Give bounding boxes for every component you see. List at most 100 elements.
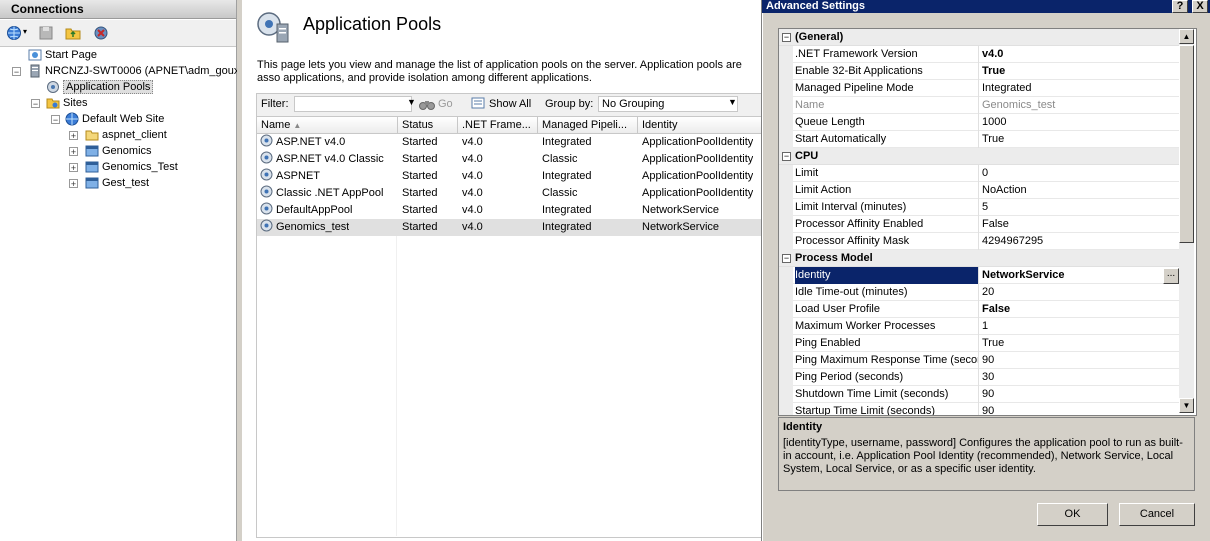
app-pool-icon	[260, 151, 273, 164]
column-header-net-framework[interactable]: .NET Frame...	[458, 117, 538, 134]
close-button[interactable]: X	[1192, 0, 1208, 13]
scroll-down-icon[interactable]: ▼	[1179, 398, 1194, 413]
property-row[interactable]: Ping Enabled True	[779, 335, 1179, 352]
property-grid-scrollbar[interactable]: ▲ ▼	[1179, 29, 1194, 413]
collapse-icon[interactable]: −	[782, 152, 791, 161]
property-row[interactable]: Enable 32-Bit Applications True	[779, 63, 1179, 80]
table-row[interactable]: ASP.NET v4.0 Classic Started v4.0 Classi…	[257, 151, 763, 168]
property-row[interactable]: Processor Affinity Mask 4294967295	[779, 233, 1179, 250]
property-row[interactable]: .NET Framework Version v4.0	[779, 46, 1179, 63]
property-row[interactable]: Idle Time-out (minutes) 20	[779, 284, 1179, 301]
filter-dropdown-icon[interactable]: ▼	[407, 97, 416, 107]
group-by-dropdown-icon[interactable]: ▼	[728, 97, 737, 107]
property-row[interactable]: Limit Interval (minutes) 5	[779, 199, 1179, 216]
column-header-name[interactable]: Name ▲	[257, 117, 398, 134]
tree-label: Gest_test	[102, 177, 150, 189]
go-binoculars-icon[interactable]	[419, 97, 435, 111]
pool-net-version: v4.0	[462, 170, 483, 182]
save-icon[interactable]	[38, 25, 54, 41]
cancel-button[interactable]: Cancel	[1119, 503, 1195, 526]
pool-net-version: v4.0	[462, 204, 483, 216]
property-row[interactable]: Managed Pipeline Mode Integrated	[779, 80, 1179, 97]
property-row[interactable]: Processor Affinity Enabled False	[779, 216, 1179, 233]
property-value[interactable]: NetworkService	[982, 267, 1179, 284]
application-icon	[85, 161, 99, 173]
pool-identity: NetworkService	[642, 221, 720, 233]
table-row[interactable]: Classic .NET AppPool Started v4.0 Classi…	[257, 185, 763, 202]
tree-application-pools[interactable]: Application Pools	[46, 79, 154, 95]
tree-server[interactable]: NRCNZJ-SWT0006 (APNET\adm_gouxi	[28, 63, 242, 79]
identity-browse-button[interactable]: ...	[1163, 268, 1179, 284]
server-icon	[30, 64, 40, 78]
column-header-managed-pipeline[interactable]: Managed Pipeli...	[538, 117, 638, 134]
property-row[interactable]: Shutdown Time Limit (seconds) 90	[779, 386, 1179, 403]
table-row[interactable]: DefaultAppPool Started v4.0 Integrated N…	[257, 202, 763, 219]
category-process-model[interactable]: − Process Model	[779, 250, 1179, 267]
row-gutter	[779, 80, 793, 97]
property-row[interactable]: Start Automatically True	[779, 131, 1179, 148]
help-button[interactable]: ?	[1172, 0, 1188, 13]
property-value: 4294967295	[982, 235, 1044, 247]
disconnect-icon[interactable]	[93, 25, 109, 41]
collapse-icon[interactable]: −	[782, 254, 791, 263]
property-row[interactable]: Maximum Worker Processes 1	[779, 318, 1179, 335]
row-gutter	[779, 131, 793, 148]
group-by-select[interactable]: No Grouping	[598, 96, 738, 112]
collapse-icon[interactable]: −	[782, 33, 791, 42]
aspnet-client-expand-icon[interactable]: +	[69, 131, 78, 141]
application-icon	[85, 177, 99, 189]
property-name: Enable 32-Bit Applications	[795, 63, 979, 80]
category-cpu[interactable]: − CPU	[779, 148, 1179, 165]
property-row[interactable]: Ping Maximum Response Time (seconds) 90	[779, 352, 1179, 369]
up-folder-icon[interactable]	[65, 25, 81, 41]
tree-default-web-site[interactable]: Default Web Site	[65, 111, 164, 127]
filter-input[interactable]	[294, 96, 412, 112]
go-button[interactable]: Go	[438, 98, 453, 110]
property-value: 90	[982, 388, 995, 400]
property-name: Processor Affinity Enabled	[795, 216, 979, 233]
property-row[interactable]: Name Genomics_test	[779, 97, 1179, 114]
gest-test-expand-icon[interactable]: +	[69, 179, 78, 189]
app-pool-icon	[260, 134, 273, 147]
tree-genomics[interactable]: Genomics	[85, 143, 152, 159]
table-row[interactable]: ASPNET Started v4.0 Integrated Applicati…	[257, 168, 763, 185]
property-value: 1	[982, 320, 989, 332]
tree-sites[interactable]: Sites	[46, 95, 87, 111]
property-row[interactable]: Ping Period (seconds) 30	[779, 369, 1179, 386]
property-row[interactable]: Limit Action NoAction	[779, 182, 1179, 199]
sites-collapse-icon[interactable]: −	[31, 99, 40, 109]
property-value: 0	[982, 167, 989, 179]
tree-start-page[interactable]: Start Page	[28, 47, 97, 63]
server-collapse-icon[interactable]: −	[12, 67, 21, 77]
genomics-test-expand-icon[interactable]: +	[69, 163, 78, 173]
property-value: 1000	[982, 116, 1007, 128]
table-row[interactable]: ASP.NET v4.0 Started v4.0 Integrated App…	[257, 134, 763, 151]
group-by-value: No Grouping	[602, 98, 665, 110]
column-header-status[interactable]: Status	[398, 117, 458, 134]
category-general[interactable]: − (General)	[779, 29, 1179, 46]
application-pools-large-icon	[257, 12, 289, 43]
property-row[interactable]: Load User Profile False	[779, 301, 1179, 318]
column-header-identity[interactable]: Identity	[638, 117, 763, 134]
show-all-button[interactable]: Show All	[489, 98, 531, 110]
category-label: Process Model	[795, 252, 873, 264]
connect-dropdown-icon[interactable]: ▾	[23, 27, 27, 36]
tree-label: Application Pools	[63, 80, 154, 94]
ok-button[interactable]: OK	[1037, 503, 1108, 526]
property-row[interactable]: Queue Length 1000	[779, 114, 1179, 131]
genomics-expand-icon[interactable]: +	[69, 147, 78, 157]
row-gutter	[779, 216, 793, 233]
table-row-selected[interactable]: Genomics_test Started v4.0 Integrated Ne…	[257, 219, 763, 236]
connect-globe-icon[interactable]	[6, 25, 22, 41]
default-site-collapse-icon[interactable]: −	[51, 115, 60, 125]
tree-genomics-test[interactable]: Genomics_Test	[85, 159, 178, 175]
scroll-thumb[interactable]	[1179, 45, 1194, 243]
property-row[interactable]: Startup Time Limit (seconds) 90	[779, 403, 1179, 415]
tree-gest-test[interactable]: Gest_test	[85, 175, 149, 191]
property-row-selected[interactable]: Identity NetworkService...	[779, 267, 1179, 284]
tree-aspnet-client[interactable]: aspnet_client	[85, 127, 167, 143]
scroll-up-icon[interactable]: ▲	[1179, 29, 1194, 44]
property-row[interactable]: Limit 0	[779, 165, 1179, 182]
row-gutter	[779, 46, 793, 63]
property-value: Genomics_test	[982, 99, 1056, 111]
